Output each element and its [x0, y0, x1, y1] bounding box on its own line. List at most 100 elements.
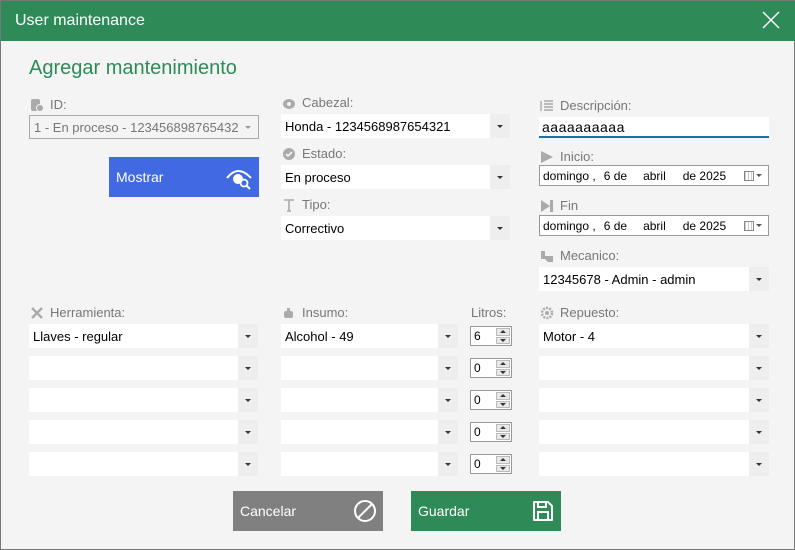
- litros-value: 0: [474, 457, 481, 471]
- tipo-label: Tipo:: [282, 197, 330, 212]
- herramienta-label: Herramienta:: [30, 305, 125, 320]
- litros-stepper[interactable]: 0: [470, 454, 512, 474]
- increment-icon[interactable]: [496, 328, 510, 336]
- text-type-icon: [284, 198, 294, 212]
- save-icon: [533, 501, 553, 521]
- inicio-date-picker[interactable]: domingo ,6 de abril de 2025: [539, 165, 769, 186]
- repuesto-label: Repuesto:: [540, 305, 619, 320]
- engine-icon: [283, 98, 295, 109]
- chevron-down-icon: [438, 356, 458, 380]
- litros-stepper[interactable]: 0: [470, 358, 512, 378]
- skip-end-icon: [541, 199, 553, 212]
- insumo-select[interactable]: [281, 420, 458, 444]
- tools-icon: [31, 306, 43, 319]
- play-icon: [541, 150, 553, 163]
- id-label: ID:: [30, 97, 67, 112]
- insumo-select[interactable]: Alcohol - 49: [281, 324, 458, 348]
- list-icon: [540, 99, 553, 111]
- chevron-down-icon: [749, 267, 769, 291]
- chevron-down-icon: [238, 452, 258, 476]
- litros-stepper[interactable]: 0: [470, 390, 512, 410]
- insumo-select[interactable]: [281, 388, 458, 412]
- mecanico-select[interactable]: 12345678 - Admin - admin: [539, 267, 769, 291]
- descripcion-input[interactable]: aaaaaaaaaa: [539, 117, 769, 138]
- increment-icon[interactable]: [496, 456, 510, 464]
- repuesto-select[interactable]: [539, 388, 769, 412]
- cancel-icon: [354, 500, 376, 522]
- decrement-icon[interactable]: [496, 464, 510, 472]
- chevron-down-icon: [490, 114, 510, 138]
- page-title: Agregar mantenimiento: [29, 57, 237, 79]
- herramienta-select[interactable]: Llaves - regular: [29, 324, 258, 348]
- mecanico-label: Mecanico:: [540, 248, 619, 263]
- cabezal-select[interactable]: Honda - 1234568987654321: [281, 114, 510, 138]
- chevron-down-icon: [749, 388, 769, 412]
- show-button-label: Mostrar: [116, 169, 164, 185]
- cancel-button[interactable]: Cancelar: [233, 491, 383, 531]
- repuesto-select-value: Motor - 4: [543, 328, 596, 344]
- chevron-down-icon: [490, 165, 510, 189]
- chevron-down-icon: [238, 116, 258, 138]
- check-circle-icon: [283, 147, 295, 160]
- litros-value: 0: [474, 393, 481, 407]
- repuesto-select[interactable]: [539, 356, 769, 380]
- oil-can-icon: [284, 307, 293, 318]
- decrement-icon[interactable]: [496, 368, 510, 376]
- insumo-label: Insumo:: [282, 305, 348, 320]
- repuesto-select[interactable]: Motor - 4: [539, 324, 769, 348]
- close-icon[interactable]: [760, 9, 782, 31]
- chevron-down-icon: [238, 324, 258, 348]
- litros-label: Litros:: [471, 305, 507, 320]
- cancel-button-label: Cancelar: [240, 503, 297, 519]
- herramienta-select[interactable]: [29, 452, 258, 476]
- calendar-dropdown-icon[interactable]: [744, 170, 764, 181]
- calendar-dropdown-icon[interactable]: [744, 220, 764, 231]
- herramienta-select[interactable]: [29, 356, 258, 380]
- litros-stepper[interactable]: 6: [470, 326, 512, 346]
- title-bar: User maintenance: [1, 1, 795, 41]
- chevron-down-icon: [238, 356, 258, 380]
- insumo-select[interactable]: [281, 356, 458, 380]
- cabezal-label: Cabezal:: [282, 95, 353, 110]
- chevron-down-icon: [238, 420, 258, 444]
- tipo-select[interactable]: Correctivo: [281, 216, 510, 240]
- increment-icon[interactable]: [496, 392, 510, 400]
- chevron-down-icon: [438, 420, 458, 444]
- id-icon: [31, 98, 44, 112]
- window-title: User maintenance: [15, 12, 145, 29]
- increment-icon[interactable]: [496, 360, 510, 368]
- mechanic-icon: [541, 250, 553, 262]
- herramienta-select-value: Llaves - regular: [33, 328, 123, 344]
- insumo-select-value: Alcohol - 49: [285, 328, 354, 344]
- chevron-down-icon: [438, 324, 458, 348]
- gear-icon: [540, 306, 554, 319]
- litros-stepper[interactable]: 0: [470, 422, 512, 442]
- inicio-label: Inicio:: [540, 149, 594, 164]
- herramienta-select[interactable]: [29, 388, 258, 412]
- increment-icon[interactable]: [496, 424, 510, 432]
- chevron-down-icon: [490, 216, 510, 240]
- herramienta-select[interactable]: [29, 420, 258, 444]
- chevron-down-icon: [438, 452, 458, 476]
- chevron-down-icon: [438, 388, 458, 412]
- decrement-icon[interactable]: [496, 432, 510, 440]
- save-button[interactable]: Guardar: [411, 491, 561, 531]
- chevron-down-icon: [238, 388, 258, 412]
- decrement-icon[interactable]: [496, 336, 510, 344]
- repuesto-select[interactable]: [539, 452, 769, 476]
- estado-select[interactable]: En proceso: [281, 165, 510, 189]
- repuesto-select[interactable]: [539, 420, 769, 444]
- eye-search-icon: [226, 170, 252, 190]
- litros-value: 6: [474, 329, 481, 343]
- save-button-label: Guardar: [418, 503, 470, 519]
- chevron-down-icon: [749, 324, 769, 348]
- fin-date-picker[interactable]: domingo ,6 de abril de 2025: [539, 215, 769, 236]
- chevron-down-icon: [749, 356, 769, 380]
- show-button[interactable]: Mostrar: [109, 157, 259, 197]
- id-select[interactable]: 1 - En proceso - 1234568987654321: [29, 115, 259, 139]
- insumo-select[interactable]: [281, 452, 458, 476]
- chevron-down-icon: [749, 452, 769, 476]
- descripcion-label: Descripción:: [540, 98, 632, 113]
- decrement-icon[interactable]: [496, 400, 510, 408]
- litros-value: 0: [474, 361, 481, 375]
